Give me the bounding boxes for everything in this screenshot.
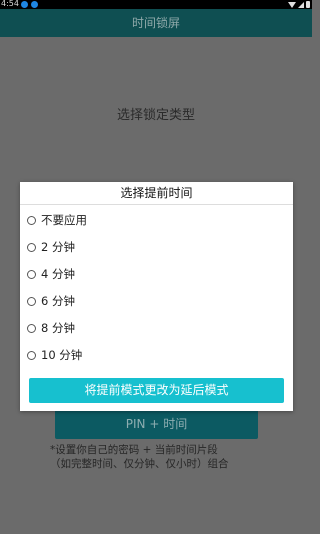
option-2-min[interactable]: 2 分钟 — [27, 238, 75, 256]
radio-button[interactable] — [27, 323, 36, 333]
option-label: 不要应用 — [41, 213, 87, 227]
notification-icon — [31, 1, 38, 8]
switch-to-delay-mode-button[interactable]: 将提前模式更改为延后模式 — [29, 378, 284, 403]
hint-line-2: （如完整时间、仅分钟、仅小时）组合 — [50, 458, 229, 470]
option-label: 10 分钟 — [41, 348, 83, 362]
option-label: 2 分钟 — [41, 240, 75, 254]
signal-icon — [298, 1, 304, 8]
battery-icon — [306, 1, 310, 8]
radio-button[interactable] — [27, 296, 36, 306]
status-icons — [288, 0, 310, 9]
status-time: 4:54 — [1, 0, 19, 8]
pin-time-button-label: PIN + 时间 — [125, 417, 188, 431]
option-6-min[interactable]: 6 分钟 — [27, 292, 75, 310]
option-8-min[interactable]: 8 分钟 — [27, 319, 75, 337]
dialog-title: 选择提前时间 — [20, 182, 293, 205]
status-bar: 4:54 — [0, 0, 312, 9]
option-dont-apply[interactable]: 不要应用 — [27, 211, 87, 229]
hint-text: *设置你自己的密码 + 当前时间片段 （如完整时间、仅分钟、仅小时）组合 — [50, 443, 270, 471]
option-10-min[interactable]: 10 分钟 — [27, 346, 82, 364]
lock-type-title: 选择锁定类型 — [116, 108, 195, 123]
option-4-min[interactable]: 4 分钟 — [27, 265, 75, 283]
advance-time-dialog: 选择提前时间 不要应用 2 分钟 4 分钟 6 分钟 8 分钟 10 分钟 将提… — [20, 182, 293, 411]
option-label: 8 分钟 — [41, 321, 75, 335]
hint-line-1: *设置你自己的密码 + 当前时间片段 — [50, 444, 218, 456]
app-bar: 时间锁屏 — [0, 9, 312, 37]
radio-button[interactable] — [27, 269, 36, 279]
notification-icon — [21, 1, 28, 8]
radio-button[interactable] — [27, 242, 36, 252]
radio-button[interactable] — [27, 350, 36, 360]
option-label: 4 分钟 — [41, 267, 75, 281]
wifi-icon — [288, 1, 296, 8]
option-label: 6 分钟 — [41, 294, 75, 308]
app-title: 时间锁屏 — [131, 16, 180, 30]
radio-button[interactable] — [27, 215, 36, 225]
